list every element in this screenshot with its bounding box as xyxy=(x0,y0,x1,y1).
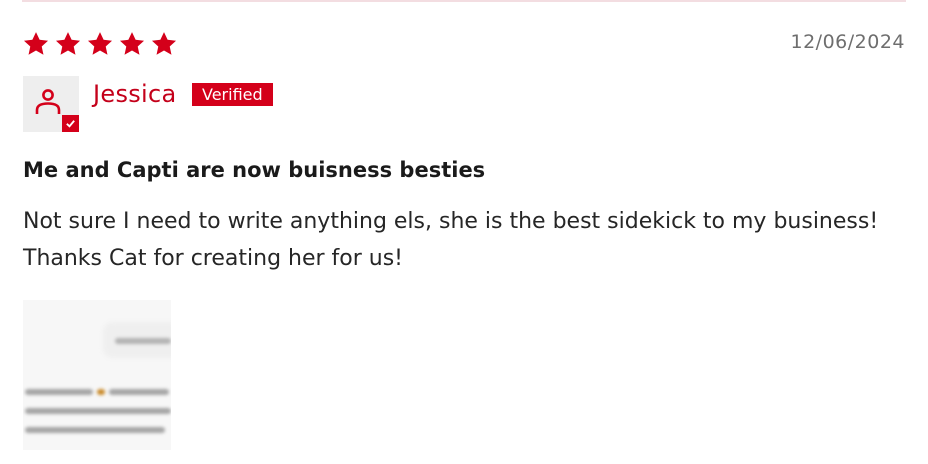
blurred-text-line xyxy=(97,389,105,395)
review-card: 12/06/2024 Jessica Verified Me and Capti… xyxy=(0,0,928,464)
blurred-text-line xyxy=(25,427,165,433)
star-icon xyxy=(86,30,114,58)
check-icon xyxy=(62,115,79,132)
star-icon xyxy=(54,30,82,58)
divider xyxy=(22,0,906,2)
review-body: Not sure I need to write anything els, s… xyxy=(23,209,879,271)
blurred-text-line xyxy=(115,338,171,344)
star-icon xyxy=(118,30,146,58)
user-icon xyxy=(35,89,61,114)
review-date: 12/06/2024 xyxy=(790,31,905,53)
author-name: Jessica xyxy=(93,80,177,108)
avatar xyxy=(23,76,79,132)
star-icon xyxy=(150,30,178,58)
review-image-thumbnail[interactable] xyxy=(23,300,171,450)
star-rating xyxy=(22,30,178,58)
verified-badge: Verified xyxy=(192,83,273,106)
review-title: Me and Capti are now buisness besties xyxy=(23,158,486,182)
blurred-text-line xyxy=(25,408,171,414)
blurred-text-line xyxy=(109,389,169,395)
blurred-text-line xyxy=(25,389,93,395)
star-icon xyxy=(22,30,50,58)
